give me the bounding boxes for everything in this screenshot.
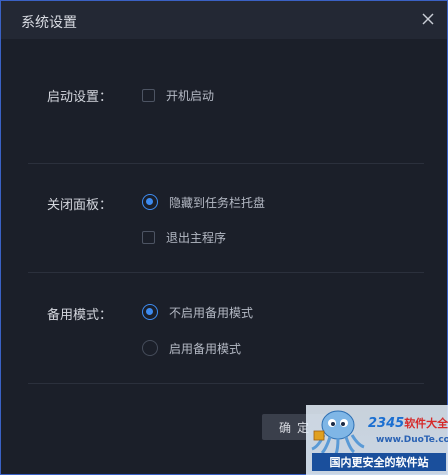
checkbox-icon[interactable]	[142, 230, 155, 244]
watermark: 2345软件大全 www.DuoTe.com 国内更安全的软件站	[306, 405, 448, 475]
radio-selected-icon[interactable]	[142, 194, 158, 210]
watermark-url: www.DuoTe.com	[376, 435, 448, 445]
settings-dialog: 系统设置 启动设置： 开机启动 关闭面板： 隐藏到任务栏托盘 退出主程序 备用模…	[0, 0, 448, 475]
radio-selected-icon[interactable]	[142, 304, 158, 320]
hide-to-tray-radio[interactable]: 隐藏到任务栏托盘	[142, 194, 265, 210]
backup-enabled-radio[interactable]: 启用备用模式	[142, 340, 241, 356]
radio-unselected-icon[interactable]	[142, 340, 158, 356]
backup-disabled-radio[interactable]: 不启用备用模式	[142, 304, 253, 320]
divider	[28, 383, 424, 384]
octopus-mascot-icon	[311, 410, 365, 455]
dialog-title: 系统设置	[21, 15, 77, 31]
divider	[28, 272, 424, 273]
startup-label: 启动设置：	[47, 90, 113, 105]
checkbox-icon[interactable]	[142, 88, 155, 102]
exit-program-checkbox[interactable]: 退出主程序	[142, 229, 226, 245]
close-icon[interactable]	[419, 10, 437, 28]
watermark-brand: 2345软件大全	[368, 416, 448, 431]
title-bar: 系统设置	[1, 1, 447, 39]
watermark-slogan: 国内更安全的软件站	[312, 453, 446, 471]
backup-enabled-label: 启用备用模式	[169, 341, 242, 356]
hide-to-tray-label: 隐藏到任务栏托盘	[169, 195, 266, 210]
backup-mode-label: 备用模式：	[47, 308, 113, 323]
backup-disabled-label: 不启用备用模式	[169, 305, 254, 320]
divider	[28, 163, 424, 164]
exit-program-label: 退出主程序	[166, 230, 227, 245]
startup-on-boot-label: 开机启动	[166, 88, 215, 103]
close-panel-label: 关闭面板：	[47, 198, 113, 213]
startup-on-boot-checkbox[interactable]: 开机启动	[142, 87, 214, 103]
